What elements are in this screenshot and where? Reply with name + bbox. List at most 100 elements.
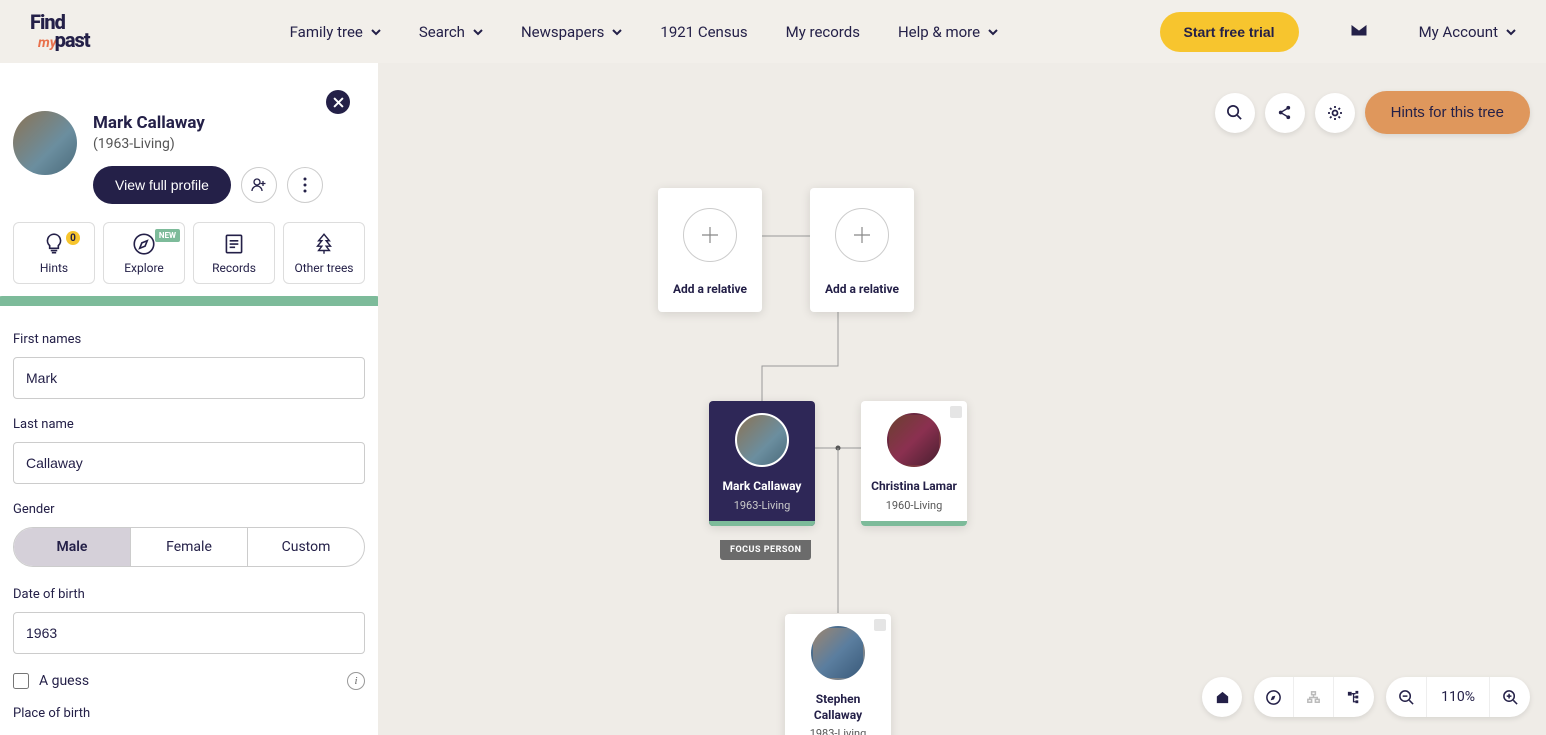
guess-label: A guess — [39, 673, 89, 689]
person-name: Christina Lamar — [871, 479, 957, 495]
view-toggle-group — [1254, 677, 1374, 717]
hint-indicator-icon — [874, 619, 886, 631]
person-dates: 1983-Living — [810, 727, 867, 735]
family-tree: Add a relative Add a relative Mark Calla… — [658, 123, 1258, 735]
tab-other-trees[interactable]: Other trees — [283, 222, 365, 284]
tree-icon — [311, 231, 337, 257]
more-vertical-icon — [303, 177, 307, 193]
compass-view-button[interactable] — [1254, 677, 1294, 717]
share-button[interactable] — [1265, 93, 1305, 133]
tab-label: Explore — [124, 261, 164, 275]
nav-label: Search — [419, 23, 465, 41]
nav-label: Help & more — [898, 23, 980, 41]
chevron-down-icon — [612, 27, 622, 37]
card-label: Add a relative — [673, 282, 747, 298]
share-icon — [1276, 104, 1293, 121]
more-options-button[interactable] — [287, 167, 323, 203]
nav-newspapers[interactable]: Newspapers — [521, 23, 622, 41]
person-dates: 1960-Living — [886, 499, 943, 512]
family-view-icon — [1346, 689, 1363, 706]
hints-for-tree-button[interactable]: Hints for this tree — [1365, 91, 1530, 134]
person-header: Mark Callaway (1963-Living) View full pr… — [0, 63, 378, 222]
dob-label: Date of birth — [13, 587, 365, 602]
hint-indicator-icon — [950, 406, 962, 418]
lightbulb-icon — [41, 231, 67, 257]
avatar — [735, 413, 789, 467]
nav-family-tree[interactable]: Family tree — [290, 23, 381, 41]
tree-canvas[interactable]: Hints for this tree 1 — [378, 63, 1546, 735]
pedigree-icon — [1305, 689, 1322, 706]
nav-my-records[interactable]: My records — [786, 23, 860, 41]
last-name-input[interactable] — [13, 442, 365, 484]
chevron-down-icon — [1506, 27, 1516, 37]
person-dates: (1963-Living) — [93, 136, 323, 152]
person-form: First names Last name Gender Male Female… — [0, 306, 378, 735]
zoom-level: 110% — [1426, 677, 1490, 717]
gender-custom-option[interactable]: Custom — [248, 528, 364, 566]
view-full-profile-button[interactable]: View full profile — [93, 166, 231, 204]
gender-toggle: Male Female Custom — [13, 527, 365, 567]
close-button[interactable] — [326, 90, 350, 114]
zoom-in-icon — [1502, 689, 1519, 706]
tab-label: Hints — [40, 261, 68, 275]
nav-label: Newspapers — [521, 23, 604, 41]
tab-explore[interactable]: NEW Explore — [103, 222, 185, 284]
tab-label: Records — [212, 261, 256, 275]
my-account-menu[interactable]: My Account — [1419, 23, 1516, 41]
search-icon — [1226, 104, 1243, 121]
close-icon — [333, 97, 344, 108]
start-free-trial-button[interactable]: Start free trial — [1160, 12, 1299, 52]
avatar — [811, 626, 865, 680]
pedigree-view-button[interactable] — [1294, 677, 1334, 717]
chevron-down-icon — [988, 27, 998, 37]
settings-button[interactable] — [1315, 93, 1355, 133]
dob-input[interactable] — [13, 612, 365, 654]
person-card-christina[interactable]: Christina Lamar 1960-Living — [861, 401, 967, 526]
new-badge: NEW — [155, 229, 180, 242]
nav-label: Family tree — [290, 23, 363, 41]
avatar — [13, 111, 77, 175]
tab-hints[interactable]: 0 Hints — [13, 222, 95, 284]
first-names-input[interactable] — [13, 357, 365, 399]
chevron-down-icon — [473, 27, 483, 37]
zoom-out-button[interactable] — [1386, 677, 1426, 717]
person-name: Mark Callaway — [723, 479, 802, 495]
avatar — [887, 413, 941, 467]
family-view-button[interactable] — [1334, 677, 1374, 717]
person-card-mark[interactable]: Mark Callaway 1963-Living — [709, 401, 815, 526]
pob-label: Place of birth — [13, 706, 365, 721]
gender-female-option[interactable]: Female — [131, 528, 248, 566]
zoom-in-button[interactable] — [1490, 677, 1530, 717]
main-nav: Family tree Search Newspapers 1921 Censu… — [290, 23, 998, 41]
gear-icon — [1326, 104, 1344, 122]
nav-label: 1921 Census — [660, 23, 747, 41]
nav-1921-census[interactable]: 1921 Census — [660, 23, 747, 41]
focus-person-tag: FOCUS PERSON — [720, 540, 811, 560]
card-label: Add a relative — [825, 282, 899, 298]
status-bar — [709, 521, 815, 526]
tab-records[interactable]: Records — [193, 222, 275, 284]
gender-label: Gender — [13, 502, 365, 517]
mail-icon[interactable] — [1349, 22, 1369, 42]
person-card-stephen[interactable]: Stephen Callaway 1983-Living — [785, 614, 891, 735]
plus-icon — [835, 208, 889, 262]
info-icon[interactable]: i — [347, 672, 365, 690]
nav-search[interactable]: Search — [419, 23, 483, 41]
gender-male-option[interactable]: Male — [14, 528, 131, 566]
last-name-label: Last name — [13, 417, 365, 432]
sidebar: Mark Callaway (1963-Living) View full pr… — [0, 63, 378, 735]
add-relative-card[interactable]: Add a relative — [810, 188, 914, 312]
account-label: My Account — [1419, 23, 1498, 41]
person-name: Stephen Callaway — [795, 692, 881, 723]
add-person-button[interactable] — [241, 167, 277, 203]
compass-icon — [131, 231, 157, 257]
person-plus-icon — [250, 176, 268, 194]
logo[interactable]: Find mypast — [30, 13, 90, 50]
tab-label: Other trees — [295, 261, 354, 275]
guess-checkbox[interactable] — [13, 673, 29, 689]
nav-help[interactable]: Help & more — [898, 23, 998, 41]
add-relative-card[interactable]: Add a relative — [658, 188, 762, 312]
hints-count-badge: 0 — [66, 231, 80, 245]
section-divider — [0, 296, 378, 306]
plus-icon — [683, 208, 737, 262]
